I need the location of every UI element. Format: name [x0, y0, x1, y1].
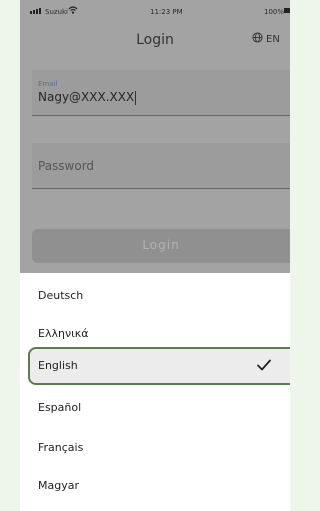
carrier: Suzuki — [30, 8, 68, 16]
language-option-english[interactable]: English — [28, 347, 290, 385]
signal-icon — [30, 8, 42, 16]
globe-icon — [252, 32, 263, 46]
page-title: Login — [136, 32, 174, 48]
language-option-deutsch[interactable]: Deutsch — [28, 277, 290, 315]
text-caret — [135, 90, 137, 105]
language-option-label: English — [38, 359, 78, 372]
status-bar: Suzuki 11:23 PM 100% — [20, 0, 290, 20]
language-option-label: Ελληνικά — [38, 327, 89, 340]
phone-screen: Suzuki 11:23 PM 100% Login EN Email Nagy… — [20, 0, 290, 511]
language-code: EN — [266, 33, 280, 45]
language-option-francais[interactable]: Français — [28, 429, 290, 467]
email-value: Nagy@XXX.XXX — [38, 90, 135, 104]
battery-percent: 100% — [264, 8, 285, 16]
language-option-magyar[interactable]: Magyar — [28, 467, 290, 505]
battery-icon — [284, 8, 290, 13]
password-placeholder: Password — [38, 159, 95, 173]
carrier-label: Suzuki — [45, 8, 68, 16]
email-input[interactable]: Nagy@XXX.XXX — [38, 90, 137, 105]
language-option-label: Magyar — [38, 479, 79, 492]
email-label: Email — [38, 80, 58, 88]
language-option-label: Français — [38, 441, 84, 454]
language-button[interactable]: EN — [252, 32, 280, 46]
wifi-icon — [68, 6, 78, 16]
login-screen-dimmed: Suzuki 11:23 PM 100% Login EN Email Nagy… — [20, 0, 290, 273]
password-field[interactable]: Password — [32, 143, 290, 189]
login-button-label: Login — [142, 238, 180, 252]
language-option-label: Deutsch — [38, 289, 84, 302]
login-button[interactable]: Login — [32, 229, 290, 263]
language-option-espanol[interactable]: Español — [28, 389, 290, 427]
email-field[interactable]: Email Nagy@XXX.XXX — [32, 70, 290, 116]
checkmark-icon — [256, 357, 272, 373]
language-picker-sheet: Deutsch Ελληνικά English Español Françai… — [20, 273, 290, 511]
nav-bar: Login EN — [20, 22, 290, 58]
language-option-label: Español — [38, 401, 82, 414]
status-time: 11:23 PM — [150, 8, 183, 16]
